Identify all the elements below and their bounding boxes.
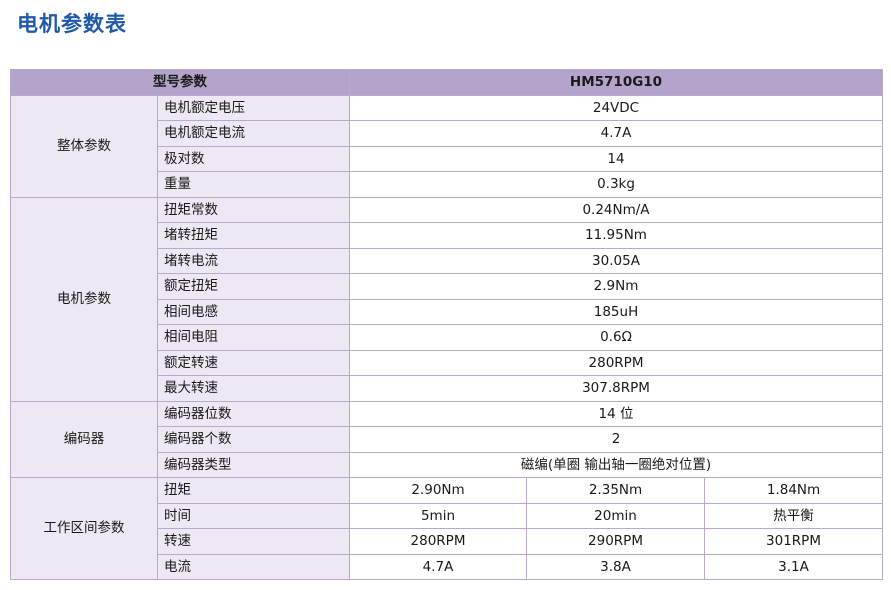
param-name: 电机额定电压 bbox=[157, 94, 350, 121]
param-value: 30.05A bbox=[349, 247, 883, 274]
param-name: 堵转扭矩 bbox=[157, 222, 350, 249]
param-value: 2 bbox=[349, 426, 883, 453]
table-row: 工作区间参数 扭矩 2.90Nm 2.35Nm 1.84Nm bbox=[10, 477, 883, 580]
param-name: 堵转电流 bbox=[157, 247, 350, 274]
param-value: 185uH bbox=[349, 298, 883, 325]
param-name: 额定扭矩 bbox=[157, 273, 350, 300]
param-value: 307.8RPM bbox=[349, 375, 883, 402]
param-value: 24VDC bbox=[349, 94, 883, 121]
param-name: 编码器位数 bbox=[157, 400, 350, 427]
header-label: 型号参数 bbox=[10, 69, 350, 96]
param-value: 2.35Nm bbox=[526, 477, 705, 504]
param-value: 280RPM bbox=[349, 528, 527, 555]
header-model: HM5710G10 bbox=[349, 69, 883, 96]
table-row: 整体参数 电机额定电压 24VDC bbox=[10, 94, 883, 198]
param-value: 热平衡 bbox=[704, 502, 883, 529]
param-name: 极对数 bbox=[157, 145, 350, 172]
param-value: 20min bbox=[526, 502, 705, 529]
group-working: 工作区间参数 bbox=[10, 477, 158, 580]
motor-spec-table: 型号参数 HM5710G10 整体参数 电机额定电压 24VDC 电机额定电流 … bbox=[10, 69, 883, 580]
param-value: 2.9Nm bbox=[349, 273, 883, 300]
param-value: 1.84Nm bbox=[704, 477, 883, 504]
param-name: 电流 bbox=[157, 553, 350, 580]
param-value: 280RPM bbox=[349, 349, 883, 376]
table-row: 电机参数 扭矩常数 0.24Nm/A bbox=[10, 196, 883, 402]
param-value: 磁编(单圈 输出轴一圈绝对位置) bbox=[349, 451, 883, 478]
param-value: 290RPM bbox=[526, 528, 705, 555]
param-name: 转速 bbox=[157, 528, 350, 555]
table-row: 编码器 编码器位数 14 位 bbox=[10, 400, 883, 478]
param-value: 14 位 bbox=[349, 400, 883, 427]
group-overall: 整体参数 bbox=[10, 94, 158, 198]
param-value: 301RPM bbox=[704, 528, 883, 555]
param-value: 5min bbox=[349, 502, 527, 529]
param-value: 0.6Ω bbox=[349, 324, 883, 351]
param-value: 2.90Nm bbox=[349, 477, 527, 504]
param-name: 相间电感 bbox=[157, 298, 350, 325]
param-value: 3.1A bbox=[704, 553, 883, 580]
param-name: 相间电阻 bbox=[157, 324, 350, 351]
group-encoder: 编码器 bbox=[10, 400, 158, 478]
param-value: 0.3kg bbox=[349, 171, 883, 198]
param-value: 4.7A bbox=[349, 120, 883, 147]
group-motor: 电机参数 bbox=[10, 196, 158, 402]
param-value: 4.7A bbox=[349, 553, 527, 580]
param-name: 编码器个数 bbox=[157, 426, 350, 453]
param-value: 14 bbox=[349, 145, 883, 172]
table-header-row: 型号参数 HM5710G10 bbox=[10, 69, 883, 96]
param-name: 扭矩 bbox=[157, 477, 350, 504]
page-title: 电机参数表 bbox=[17, 12, 127, 36]
param-name: 编码器类型 bbox=[157, 451, 350, 478]
param-value: 3.8A bbox=[526, 553, 705, 580]
param-name: 电机额定电流 bbox=[157, 120, 350, 147]
param-name: 扭矩常数 bbox=[157, 196, 350, 223]
param-value: 0.24Nm/A bbox=[349, 196, 883, 223]
param-value: 11.95Nm bbox=[349, 222, 883, 249]
param-name: 重量 bbox=[157, 171, 350, 198]
param-name: 最大转速 bbox=[157, 375, 350, 402]
param-name: 时间 bbox=[157, 502, 350, 529]
param-name: 额定转速 bbox=[157, 349, 350, 376]
